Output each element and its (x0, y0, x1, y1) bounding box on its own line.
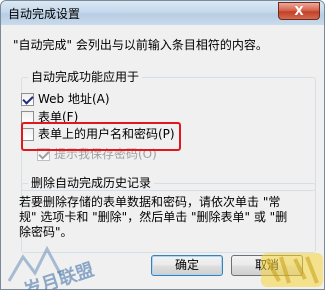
history-instructions: 若要删除存储的表单数据和密码，请依次单击 "常规" 选项卡和 "删除"，然后单击… (19, 195, 288, 239)
title-bar[interactable]: 自动完成设置 X (1, 1, 324, 25)
use-for-group-label: 自动完成功能应用于 (28, 70, 143, 84)
close-button[interactable]: X (278, 2, 320, 20)
description-text: "自动完成" 会列出与以前输入条目相符的内容。 (13, 38, 268, 52)
dialog-window: 自动完成设置 X "自动完成" 会列出与以前输入条目相符的内容。 自动完成功能应… (0, 0, 325, 290)
window-title: 自动完成设置 (8, 7, 81, 21)
web-address-label: Web 地址(A) (38, 92, 110, 106)
web-address-checkbox[interactable] (21, 92, 34, 106)
highlight-box (21, 122, 181, 151)
web-address-checkbox-row[interactable]: Web 地址(A) (21, 91, 110, 107)
ok-button[interactable]: 确定 (151, 255, 223, 276)
cancel-button[interactable]: 取消 (231, 255, 303, 276)
dialog-body: "自动完成" 会列出与以前输入条目相符的内容。 自动完成功能应用于 Web 地址… (7, 25, 318, 284)
history-group-label: 删除自动完成历史记录 (28, 176, 155, 190)
close-icon: X (294, 4, 304, 18)
